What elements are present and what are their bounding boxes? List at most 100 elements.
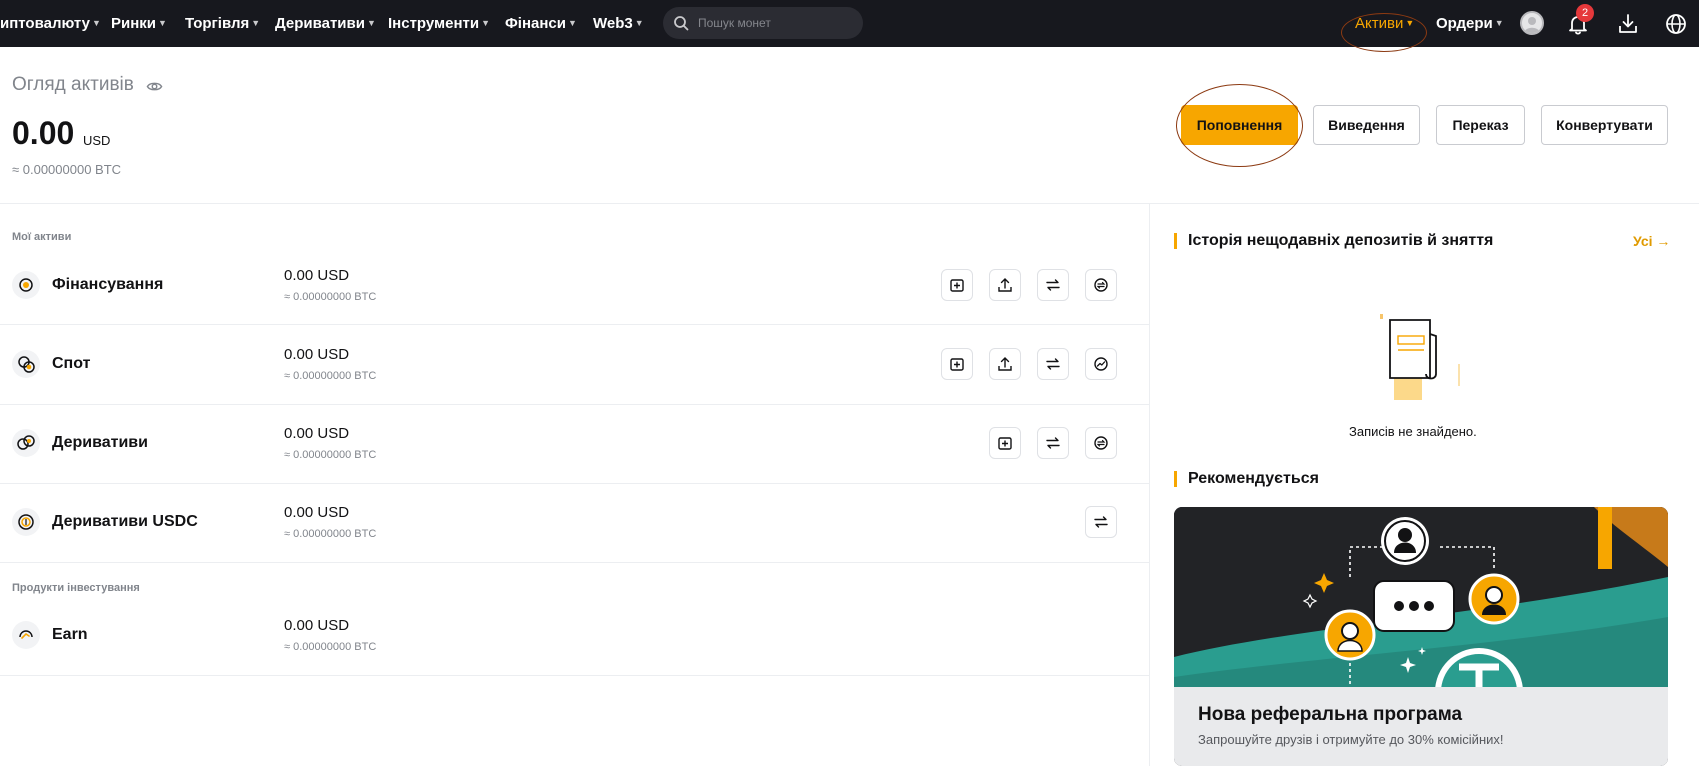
convert-button[interactable]: Конвертувати (1541, 105, 1668, 145)
convert-icon (1094, 278, 1108, 292)
eye-icon[interactable] (146, 78, 163, 95)
transfer-arrows-icon (1094, 516, 1108, 528)
globe-icon[interactable] (1663, 11, 1689, 37)
account-btc: ≈ 0.00000000 BTC (284, 370, 377, 382)
recommended-title: Рекомендується (1188, 470, 1319, 487)
divider (0, 675, 1149, 676)
search-icon (674, 16, 689, 31)
account-name: Деривативи USDC (52, 513, 198, 530)
upload-icon (998, 357, 1012, 371)
arrow-right-icon: → (1656, 233, 1671, 249)
account-value: 0.00 USD (284, 267, 350, 284)
account-name: Earn (52, 626, 88, 643)
derivatives-usdc-icon (12, 508, 40, 536)
transfer-icon-button[interactable] (1037, 269, 1069, 301)
view-all-link[interactable]: Усі → (1633, 233, 1670, 249)
spot-icon (12, 350, 40, 378)
divider (0, 562, 1149, 563)
caret-down-icon: ▼ (92, 18, 101, 28)
promo-subtitle: Запрошуйте друзів і отримуйте до 30% ком… (1198, 732, 1504, 747)
divider (0, 324, 1149, 325)
referral-promo-card[interactable]: Нова реферальна програма Запрошуйте друз… (1174, 507, 1668, 766)
caret-down-icon: ▼ (1494, 18, 1504, 28)
empty-message: Записів не знайдено. (1349, 424, 1477, 439)
account-value: 0.00 USD (284, 504, 350, 521)
wallet-in-icon (998, 437, 1012, 450)
trend-icon (1094, 357, 1108, 371)
divider (0, 203, 1699, 204)
nav-markets[interactable]: Ринки ▼ (111, 15, 167, 32)
transfer-arrows-icon (1046, 358, 1060, 370)
avatar[interactable] (1520, 11, 1544, 35)
promo-title: Нова реферальна програма (1198, 704, 1463, 725)
user-avatar-icon (1524, 17, 1540, 33)
page-title: Огляд активів (12, 74, 134, 95)
nav-trade[interactable]: Торгівля ▼ (185, 15, 260, 32)
caret-down-icon: ▼ (366, 18, 376, 28)
upload-icon (998, 278, 1012, 292)
promo-footer (1174, 687, 1668, 766)
convert-icon-button[interactable] (1085, 269, 1117, 301)
derivatives-icon (12, 429, 40, 457)
account-name: Деривативи (52, 434, 148, 451)
caret-down-icon: ▼ (251, 18, 261, 28)
section-accent-bar (1174, 233, 1177, 249)
section-accent-bar (1174, 471, 1177, 487)
nav-crypto[interactable]: иптовалюту ▼ (0, 15, 101, 32)
deposit-icon-button[interactable] (941, 269, 973, 301)
total-balance: 0.00 (12, 115, 75, 151)
wallet-in-icon (950, 358, 964, 371)
transfer-arrows-icon (1046, 279, 1060, 291)
divider (0, 483, 1149, 484)
column-divider (1149, 204, 1150, 766)
history-title: Історія нещодавніх депозитів й зняття (1188, 232, 1494, 249)
withdraw-button[interactable]: Виведення (1313, 105, 1420, 145)
top-nav: иптовалюту ▼ Ринки ▼ Торгівля ▼ Деривативи ▼… (0, 0, 1699, 47)
total-balance-btc: ≈ 0.00000000 BTC (12, 162, 122, 177)
divider (0, 404, 1149, 405)
nav-finance[interactable]: Фінанси ▼ (505, 15, 577, 32)
caret-down-icon: ▼ (158, 18, 167, 28)
account-name: Спот (52, 355, 91, 372)
transfer-button[interactable]: Переказ (1436, 105, 1525, 145)
earn-icon (12, 621, 40, 649)
deposit-highlight-ring (1176, 84, 1303, 167)
caret-down-icon: ▼ (568, 18, 577, 28)
convert-icon-button[interactable] (1085, 427, 1117, 459)
caret-down-icon: ▼ (634, 18, 644, 28)
search-placeholder: Пошук монет (698, 16, 771, 30)
notification-badge: 2 (1576, 4, 1594, 22)
transfer-arrows-icon (1046, 437, 1060, 449)
nav-orders[interactable]: Ордери ▼ (1436, 15, 1504, 32)
nav-tools[interactable]: Інструменти ▼ (388, 15, 490, 32)
referral-illustration (1174, 507, 1668, 687)
account-name: Фінансування (52, 276, 164, 293)
deposit-icon-button[interactable] (941, 348, 973, 380)
transfer-icon-button[interactable] (1085, 506, 1117, 538)
withdraw-icon-button[interactable] (989, 348, 1021, 380)
account-value: 0.00 USD (284, 617, 350, 634)
nav-web3[interactable]: Web3 ▼ (593, 15, 644, 32)
account-btc: ≈ 0.00000000 BTC (284, 641, 377, 653)
search-input[interactable]: Пошук монет (663, 7, 863, 39)
account-btc: ≈ 0.00000000 BTC (284, 528, 377, 540)
transfer-icon-button[interactable] (1037, 348, 1069, 380)
funding-icon (12, 271, 40, 299)
nav-derivatives[interactable]: Деривативи ▼ (275, 15, 376, 32)
wallet-in-icon (950, 279, 964, 292)
convert-icon (1094, 436, 1108, 450)
account-value: 0.00 USD (284, 425, 350, 442)
assets-highlight-ring (1341, 13, 1427, 52)
caret-down-icon: ▼ (481, 18, 491, 28)
invest-products-label: Продукти інвестування (12, 582, 140, 594)
transfer-icon-button[interactable] (1037, 427, 1069, 459)
total-balance-unit: USD (83, 133, 111, 148)
account-value: 0.00 USD (284, 346, 350, 363)
trade-icon-button[interactable] (1085, 348, 1117, 380)
empty-records-illustration (1380, 314, 1460, 400)
my-assets-label: Мої активи (12, 231, 72, 243)
account-btc: ≈ 0.00000000 BTC (284, 449, 377, 461)
deposit-icon-button[interactable] (989, 427, 1021, 459)
withdraw-icon-button[interactable] (989, 269, 1021, 301)
download-icon[interactable] (1615, 11, 1641, 37)
